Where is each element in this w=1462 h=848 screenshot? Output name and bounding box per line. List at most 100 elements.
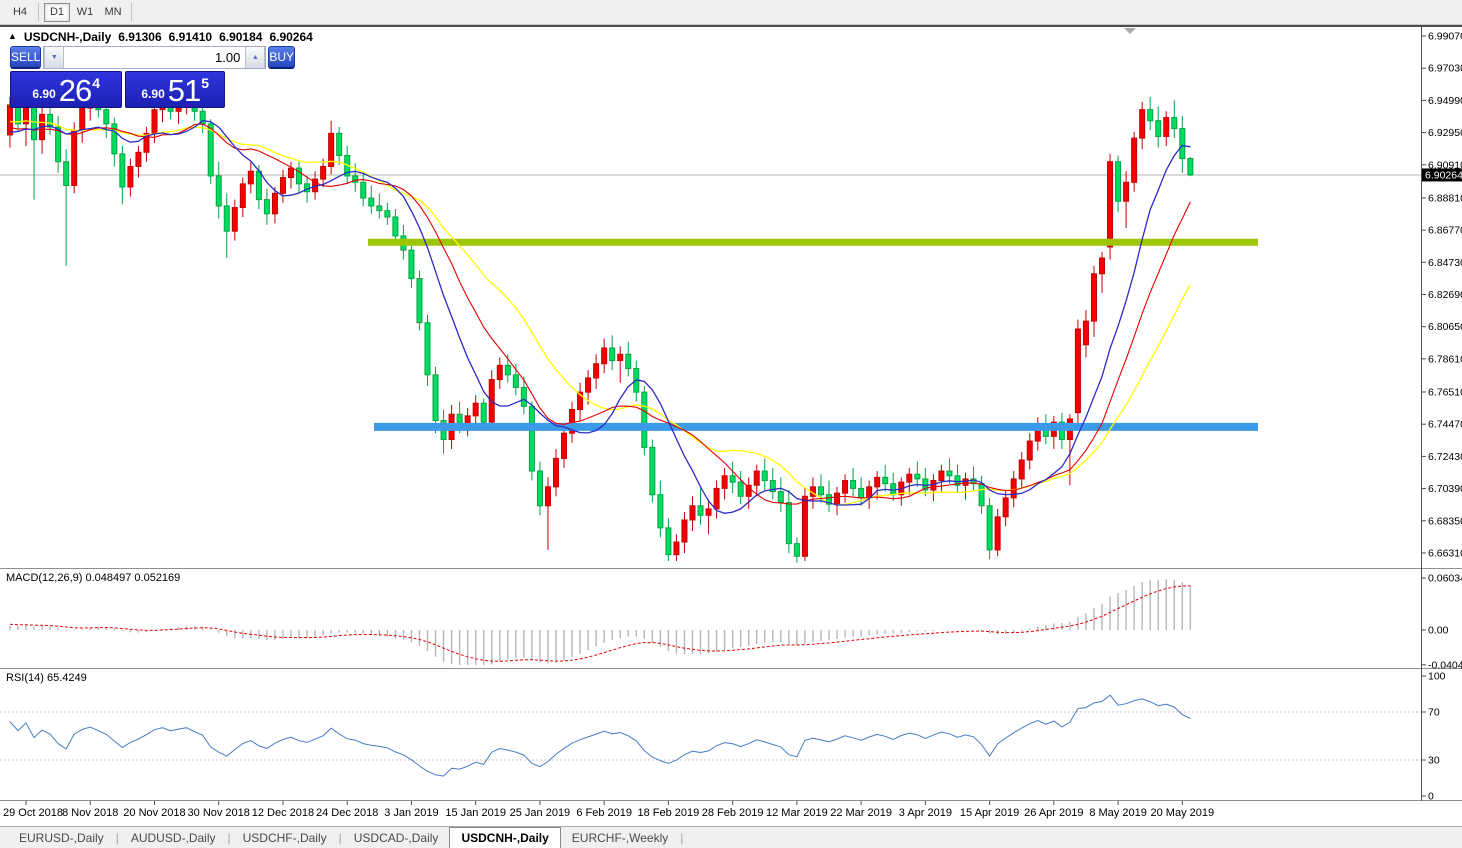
candle bbox=[1187, 156, 1194, 177]
timeframe-d1-button[interactable]: D1 bbox=[44, 2, 70, 22]
shift-marker-icon bbox=[1124, 28, 1136, 34]
candle bbox=[247, 161, 254, 194]
candle bbox=[801, 488, 808, 562]
toolbar-separator bbox=[38, 3, 39, 21]
tab-eurusd-daily[interactable]: EURUSD-,Daily bbox=[8, 827, 115, 848]
date-tick-label: 3 Jan 2019 bbox=[384, 807, 439, 819]
macd-pane bbox=[9, 579, 1192, 665]
timeframe-w1-button[interactable]: W1 bbox=[72, 3, 98, 22]
candle bbox=[890, 472, 897, 502]
candle bbox=[231, 199, 238, 241]
rsi-pane bbox=[0, 694, 1421, 777]
candle bbox=[1099, 251, 1106, 293]
tab-eurchf-weekly[interactable]: EURCHF-,Weekly bbox=[561, 827, 679, 848]
price-tick-label: 6.72430 bbox=[1428, 451, 1462, 463]
date-tick-label: 8 Nov 2018 bbox=[62, 807, 119, 819]
candle bbox=[954, 464, 961, 494]
candle bbox=[785, 489, 792, 554]
candle bbox=[135, 145, 142, 178]
candle bbox=[689, 496, 696, 532]
high-value: 6.91410 bbox=[168, 30, 213, 44]
date-axis[interactable]: 29 Oct 2018 8 Nov 2018 20 Nov 2018 30 Nov 2… bbox=[0, 805, 1462, 825]
rsi-line bbox=[9, 694, 1191, 777]
candle bbox=[127, 158, 134, 197]
candle bbox=[697, 488, 704, 525]
volume-decrease-button[interactable]: ▼ bbox=[44, 47, 65, 68]
timeframe-h4-button[interactable]: H4 bbox=[7, 3, 33, 22]
price-tick-label: 6.92950 bbox=[1428, 127, 1462, 139]
candle bbox=[392, 209, 399, 244]
candle bbox=[858, 477, 865, 506]
price-tick-label: 6.76510 bbox=[1428, 386, 1462, 398]
date-tick-label: 12 Dec 2018 bbox=[251, 807, 315, 819]
candle bbox=[577, 382, 584, 421]
candle bbox=[1179, 116, 1186, 173]
date-tick-label: 20 May 2019 bbox=[1150, 807, 1215, 819]
candle bbox=[263, 188, 270, 225]
candle bbox=[713, 480, 720, 519]
toolbar-separator bbox=[131, 3, 132, 21]
date-tick-label: 8 May 2019 bbox=[1089, 807, 1147, 819]
candle bbox=[1018, 452, 1025, 489]
candle bbox=[496, 357, 503, 389]
volume-increase-button[interactable]: ▲ bbox=[245, 47, 266, 68]
date-tick-label: 28 Feb 2019 bbox=[701, 807, 764, 819]
candle bbox=[296, 161, 303, 194]
price-tick-label: 6.80650 bbox=[1428, 321, 1462, 333]
macd-tick-label: 0.00 bbox=[1428, 625, 1449, 637]
sell-price-pip: 4 bbox=[92, 75, 101, 91]
candle bbox=[528, 401, 535, 481]
candle bbox=[994, 508, 1001, 557]
candles-layer bbox=[6, 81, 1258, 563]
candle bbox=[384, 202, 391, 225]
candle bbox=[63, 149, 70, 266]
chart-canvas[interactable]: 6.990706.970306.949906.929506.909106.888… bbox=[0, 0, 1462, 848]
sell-price-tile[interactable]: 6.90 26 4 bbox=[10, 71, 123, 108]
candle bbox=[665, 518, 672, 562]
candle bbox=[737, 471, 744, 505]
candle bbox=[593, 354, 600, 389]
price-tick-label: 6.78610 bbox=[1428, 353, 1462, 365]
candle bbox=[1147, 97, 1154, 131]
candle bbox=[223, 193, 230, 259]
candle bbox=[215, 161, 222, 219]
tab-audusd-daily[interactable]: AUDUSD-,Daily bbox=[120, 827, 227, 848]
timeframe-mn-button[interactable]: MN bbox=[100, 3, 126, 22]
date-tick-label: 24 Dec 2018 bbox=[315, 807, 379, 819]
candle bbox=[143, 127, 150, 162]
candle bbox=[1139, 101, 1146, 150]
price-tick-label: 6.99070 bbox=[1428, 31, 1462, 43]
candle bbox=[472, 395, 479, 426]
date-tick-label: 20 Nov 2018 bbox=[123, 807, 186, 819]
candle bbox=[922, 467, 929, 497]
date-tick-label: 6 Feb 2019 bbox=[576, 807, 632, 819]
candle bbox=[970, 466, 977, 490]
candle bbox=[986, 497, 993, 560]
date-tick-label: 29 Oct 2018 bbox=[3, 807, 63, 819]
tab-usdcad-daily[interactable]: USDCAD-,Daily bbox=[343, 827, 450, 848]
rsi-label: RSI(14) 65.4249 bbox=[6, 672, 87, 684]
price-tick-label: 6.66310 bbox=[1428, 547, 1462, 559]
tab-usdcnh-daily[interactable]: USDCNH-,Daily bbox=[449, 827, 561, 848]
volume-input[interactable] bbox=[64, 47, 246, 68]
sell-button[interactable]: SELL bbox=[10, 46, 42, 69]
candle bbox=[1123, 171, 1130, 229]
date-tick-label: 25 Jan 2019 bbox=[509, 807, 571, 819]
candle bbox=[1155, 106, 1162, 148]
date-tick-label: 3 Apr 2019 bbox=[898, 807, 952, 819]
timeframe-toolbar: H4 D1 W1 MN bbox=[0, 0, 1462, 25]
macd-tick-label: 0.060342 bbox=[1428, 573, 1462, 585]
volume-stepper: ▼ ▲ bbox=[43, 46, 267, 69]
candle bbox=[1163, 111, 1170, 146]
tab-separator: | bbox=[680, 830, 684, 845]
buy-price-tile[interactable]: 6.90 51 5 bbox=[125, 71, 225, 108]
buy-button[interactable]: BUY bbox=[268, 46, 296, 69]
low-value: 6.90184 bbox=[219, 30, 263, 44]
date-tick-label: 18 Feb 2019 bbox=[637, 807, 700, 819]
tab-usdchf-daily[interactable]: USDCHF-,Daily bbox=[232, 827, 338, 848]
symbol-marker-icon: ▲ bbox=[8, 31, 17, 41]
candle bbox=[1171, 100, 1178, 139]
candle bbox=[552, 448, 559, 497]
date-tick-label: 26 Apr 2019 bbox=[1024, 807, 1084, 819]
candle bbox=[336, 127, 343, 165]
